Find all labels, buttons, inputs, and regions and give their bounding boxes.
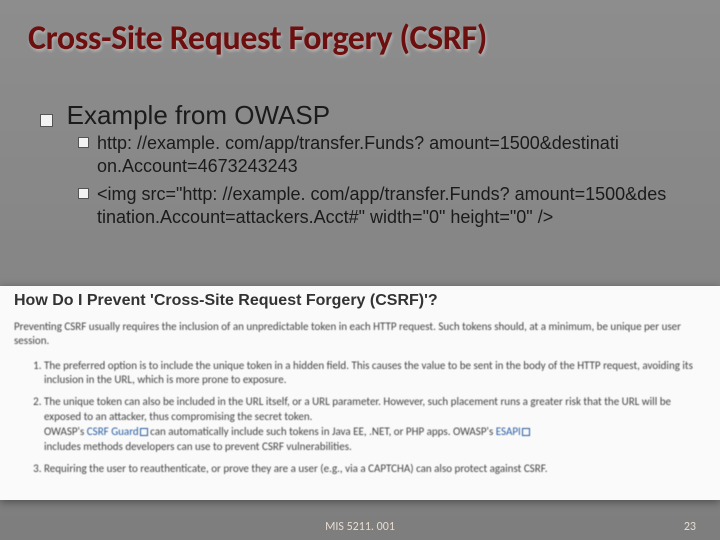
square-bullet-icon	[40, 114, 53, 127]
panel-list-item-2: The unique token can also be included in…	[44, 395, 706, 454]
panel-title: How Do I Prevent 'Cross-Site Request For…	[14, 292, 706, 310]
sub-bullet-2-text: <img src="http: //example. com/app/trans…	[97, 183, 696, 228]
panel-item2b-mid: can automatically include such tokens in…	[148, 425, 496, 438]
external-link-icon	[522, 428, 530, 436]
bullet-level1: Example from OWASP	[40, 100, 330, 131]
csrf-guard-link[interactable]: CSRF Guard	[87, 425, 139, 438]
panel-item2a: The unique token can also be included in…	[44, 395, 671, 423]
sub-bullet-1: http: //example. com/app/transfer.Funds?…	[78, 132, 696, 177]
panel-lead-text: Preventing CSRF usually requires the inc…	[14, 320, 706, 349]
slide: Cross-Site Request Forgery (CSRF) Exampl…	[0, 0, 720, 540]
panel-list-item-1: The preferred option is to include the u…	[44, 359, 706, 389]
quote-panel: How Do I Prevent 'Cross-Site Request For…	[0, 286, 720, 500]
sub-bullet-2: <img src="http: //example. com/app/trans…	[78, 183, 696, 228]
esapi-link[interactable]: ESAPI	[496, 425, 521, 438]
panel-list-item-3: Requiring the user to reauthenticate, or…	[44, 462, 706, 477]
external-link-icon	[140, 428, 148, 436]
square-bullet-icon	[78, 137, 89, 148]
slide-title: Cross-Site Request Forgery (CSRF)	[28, 18, 487, 59]
panel-ordered-list: The preferred option is to include the u…	[14, 359, 706, 477]
sub-bullet-1-text: http: //example. com/app/transfer.Funds?…	[97, 132, 696, 177]
sub-bullet-list: http: //example. com/app/transfer.Funds?…	[78, 132, 696, 234]
panel-item2b-prefix: OWASP's	[44, 425, 87, 438]
example-heading: Example from OWASP	[67, 100, 330, 130]
page-number: 23	[684, 520, 696, 534]
square-bullet-icon	[78, 188, 89, 199]
panel-item2b-suffix: includes methods developers can use to p…	[44, 440, 352, 453]
footer-course-code: MIS 5211. 001	[0, 520, 720, 534]
